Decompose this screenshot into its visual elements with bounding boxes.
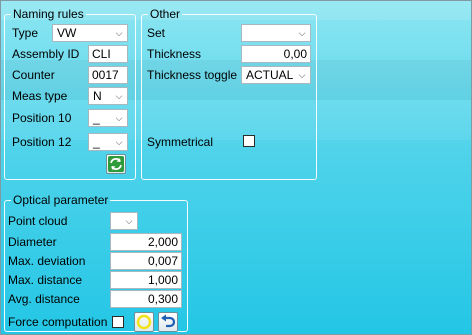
avg-distance-label: Avg. distance (8, 292, 80, 306)
undo-icon (161, 314, 176, 328)
symmetrical-checkbox[interactable] (243, 135, 255, 147)
chevron-down-icon: ⌵ (298, 28, 306, 38)
type-label: Type (12, 26, 39, 40)
point-cloud-select[interactable]: ⌵ (110, 212, 138, 230)
position-10-select-value: _ (93, 111, 100, 125)
chevron-down-icon: ⌵ (298, 70, 306, 80)
optical-parameter-legend: Optical parameter (13, 193, 109, 207)
chevron-down-icon: ⌵ (115, 113, 123, 123)
meas-type-select-value: N (93, 89, 102, 103)
counter-label: Counter (12, 68, 55, 82)
refresh-icon (108, 156, 124, 172)
circle-button[interactable] (134, 312, 154, 332)
assembly-id-field[interactable]: CLI (88, 45, 128, 63)
point-cloud-label: Point cloud (8, 214, 68, 228)
type-select[interactable]: VW ⌵ (52, 24, 128, 42)
force-computation-checkbox[interactable] (112, 316, 124, 328)
counter-field[interactable]: 0017 (88, 66, 128, 84)
thickness-toggle-select-value: ACTUAL (246, 68, 294, 82)
position-12-select-value: _ (93, 135, 100, 149)
undo-button[interactable] (158, 312, 178, 332)
meas-type-label: Meas type (12, 89, 68, 103)
max-distance-field[interactable]: 1,000 (110, 271, 182, 289)
position-10-select[interactable]: _ ⌵ (88, 109, 128, 127)
diameter-label: Diameter (8, 235, 57, 249)
meas-type-select[interactable]: N ⌵ (88, 87, 128, 105)
max-distance-label: Max. distance (8, 273, 83, 287)
set-select[interactable]: ⌵ (241, 24, 311, 42)
thickness-label: Thickness (147, 47, 202, 61)
position-12-select[interactable]: _ ⌵ (88, 133, 128, 151)
thickness-field[interactable]: 0,00 (241, 45, 311, 63)
position-10-label: Position 10 (12, 111, 72, 125)
naming-rules-legend: Naming rules (13, 7, 84, 21)
thickness-toggle-label: Thickness toggle (147, 68, 238, 82)
max-deviation-label: Max. deviation (8, 254, 86, 268)
avg-distance-field[interactable]: 0,300 (110, 290, 182, 308)
chevron-down-icon: ⌵ (115, 137, 123, 147)
assembly-id-label: Assembly ID (12, 47, 80, 61)
force-computation-label: Force computation (8, 315, 108, 329)
yellow-circle-icon (136, 314, 152, 330)
other-legend: Other (150, 7, 181, 21)
refresh-button[interactable] (106, 154, 126, 174)
chevron-down-icon: ⌵ (115, 91, 123, 101)
thickness-toggle-select[interactable]: ACTUAL ⌵ (241, 66, 311, 84)
set-label: Set (147, 26, 166, 40)
chevron-down-icon: ⌵ (115, 28, 123, 38)
diameter-field[interactable]: 2,000 (110, 233, 182, 251)
chevron-down-icon: ⌵ (125, 216, 133, 226)
symmetrical-label: Symmetrical (147, 135, 214, 149)
max-deviation-field[interactable]: 0,007 (110, 252, 182, 270)
position-12-label: Position 12 (12, 135, 72, 149)
type-select-value: VW (57, 26, 77, 40)
